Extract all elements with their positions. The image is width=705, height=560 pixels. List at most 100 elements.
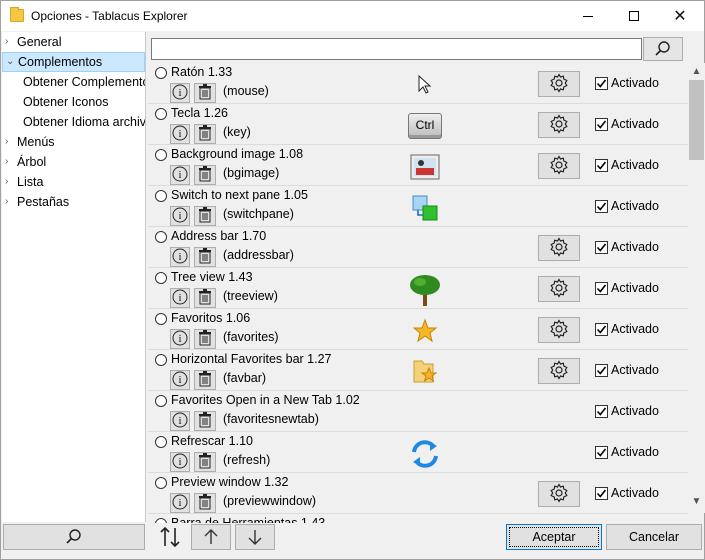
search-input[interactable] xyxy=(151,38,642,60)
info-button[interactable]: i xyxy=(170,165,190,185)
addon-id: (switchpane) xyxy=(223,207,294,221)
settings-button[interactable] xyxy=(538,153,580,179)
ctrl-key-icon: Ctrl xyxy=(408,110,442,142)
addon-radio[interactable] xyxy=(155,231,167,243)
info-button[interactable]: i xyxy=(170,493,190,513)
addon-id: (previewwindow) xyxy=(223,494,317,508)
addon-radio[interactable] xyxy=(155,108,167,120)
gear-icon xyxy=(549,154,569,178)
chevron-down-icon[interactable]: ⌄ xyxy=(6,53,14,71)
enabled-label: Activado xyxy=(611,240,659,254)
vertical-scrollbar[interactable]: ▲ ▼ xyxy=(688,63,705,513)
info-button[interactable]: i xyxy=(170,83,190,103)
addon-radio[interactable] xyxy=(155,354,167,366)
minimize-button[interactable] xyxy=(565,1,611,31)
chevron-right-icon[interactable]: › xyxy=(5,32,8,52)
settings-button[interactable] xyxy=(538,235,580,261)
maximize-button[interactable] xyxy=(611,1,657,31)
tree-item[interactable]: › Menús xyxy=(2,132,145,152)
addon-radio[interactable] xyxy=(155,477,167,489)
enabled-checkbox[interactable] xyxy=(595,241,608,254)
tree-item[interactable]: › Lista xyxy=(2,172,145,192)
enabled-checkbox[interactable] xyxy=(595,118,608,131)
gear-icon xyxy=(549,277,569,301)
delete-button[interactable] xyxy=(194,411,216,431)
enabled-checkbox[interactable] xyxy=(595,323,608,336)
delete-button[interactable] xyxy=(194,370,216,390)
addon-radio[interactable] xyxy=(155,313,167,325)
delete-button[interactable] xyxy=(194,165,216,185)
scroll-thumb[interactable] xyxy=(689,80,704,160)
move-down-button[interactable] xyxy=(235,524,275,550)
info-button[interactable]: i xyxy=(170,124,190,144)
svg-text:i: i xyxy=(179,88,182,99)
enabled-label: Activado xyxy=(611,117,659,131)
delete-button[interactable] xyxy=(194,124,216,144)
addon-radio[interactable] xyxy=(155,149,167,161)
tree-item[interactable]: Obtener Iconos xyxy=(2,92,145,112)
delete-button[interactable] xyxy=(194,493,216,513)
close-button[interactable]: ✕ xyxy=(657,1,703,31)
options-window: Opciones - Tablacus Explorer ✕ › General ⌄… xyxy=(0,0,705,560)
tree-item-label: Obtener Idioma archivos xyxy=(23,115,145,129)
scroll-down-icon[interactable]: ▼ xyxy=(688,493,705,510)
delete-button[interactable] xyxy=(194,288,216,308)
info-button[interactable]: i xyxy=(170,206,190,226)
enabled-checkbox[interactable] xyxy=(595,282,608,295)
move-up-button[interactable] xyxy=(191,524,231,550)
addon-radio[interactable] xyxy=(155,190,167,202)
addon-id: (treeview) xyxy=(223,289,278,303)
cancel-button[interactable]: Cancelar xyxy=(606,524,702,550)
delete-button[interactable] xyxy=(194,83,216,103)
settings-button[interactable] xyxy=(538,276,580,302)
enabled-checkbox[interactable] xyxy=(595,159,608,172)
addon-radio[interactable] xyxy=(155,395,167,407)
tree-search-button[interactable] xyxy=(3,524,145,550)
search-icon xyxy=(66,529,81,544)
tree-item[interactable]: › Pestañas xyxy=(2,192,145,212)
delete-button[interactable] xyxy=(194,452,216,472)
tree-item[interactable]: › General xyxy=(2,32,145,52)
settings-button[interactable] xyxy=(538,112,580,138)
delete-button[interactable] xyxy=(194,206,216,226)
chevron-right-icon[interactable]: › xyxy=(5,192,8,212)
tree-item[interactable]: › Árbol xyxy=(2,152,145,172)
delete-button[interactable] xyxy=(194,247,216,267)
addon-radio[interactable] xyxy=(155,436,167,448)
addon-name: Background image 1.08 xyxy=(171,147,304,161)
enabled-checkbox[interactable] xyxy=(595,446,608,459)
tree-icon xyxy=(408,274,442,306)
enabled-label: Activado xyxy=(611,199,659,213)
info-button[interactable]: i xyxy=(170,452,190,472)
delete-button[interactable] xyxy=(194,329,216,349)
tree-item[interactable]: Obtener Idioma archivos xyxy=(2,112,145,132)
sort-button[interactable] xyxy=(155,523,185,551)
settings-button[interactable] xyxy=(538,71,580,97)
addon-radio[interactable] xyxy=(155,67,167,79)
enabled-label: Activado xyxy=(611,363,659,377)
settings-button[interactable] xyxy=(538,358,580,384)
info-button[interactable]: i xyxy=(170,329,190,349)
enabled-checkbox[interactable] xyxy=(595,200,608,213)
enabled-checkbox[interactable] xyxy=(595,364,608,377)
chevron-right-icon[interactable]: › xyxy=(5,172,8,192)
info-button[interactable]: i xyxy=(170,247,190,267)
info-button[interactable]: i xyxy=(170,411,190,431)
tree-item[interactable]: ⌄ Complementos xyxy=(2,52,145,72)
scroll-up-icon[interactable]: ▲ xyxy=(688,63,705,80)
info-button[interactable]: i xyxy=(170,288,190,308)
enabled-checkbox[interactable] xyxy=(595,487,608,500)
tree-item[interactable]: Obtener Complementos xyxy=(2,72,145,92)
settings-button[interactable] xyxy=(538,481,580,507)
gear-icon xyxy=(549,482,569,506)
info-button[interactable]: i xyxy=(170,370,190,390)
chevron-right-icon[interactable]: › xyxy=(5,152,8,172)
chevron-right-icon[interactable]: › xyxy=(5,132,8,152)
addon-radio[interactable] xyxy=(155,272,167,284)
enabled-checkbox[interactable] xyxy=(595,77,608,90)
enabled-checkbox[interactable] xyxy=(595,405,608,418)
gear-icon xyxy=(549,72,569,96)
search-button[interactable] xyxy=(643,37,683,61)
ok-button[interactable]: Aceptar xyxy=(506,524,602,550)
settings-button[interactable] xyxy=(538,317,580,343)
